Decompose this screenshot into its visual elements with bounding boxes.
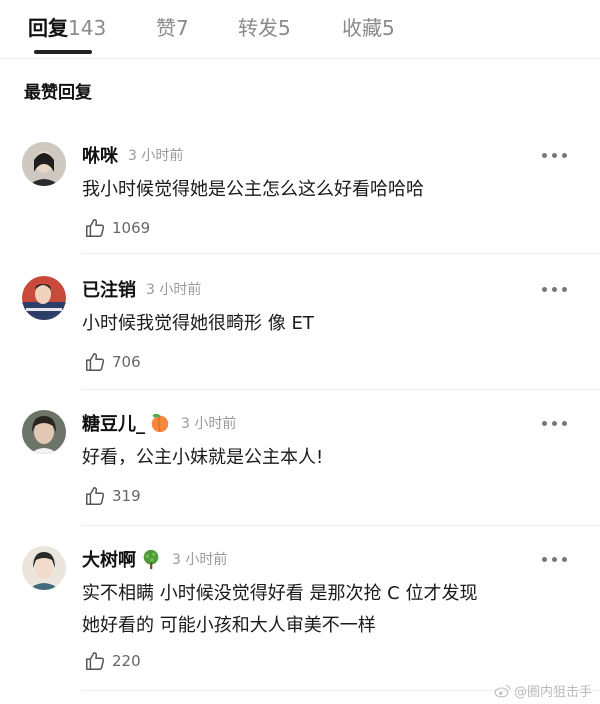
tab-favorites-label: 收藏 — [342, 16, 382, 40]
tab-likes-label: 赞 — [156, 16, 176, 40]
tabs-divider — [0, 58, 600, 59]
comment-text: 好看，公主小妹就是公主本人! — [82, 442, 562, 474]
watermark-text: @圈内狙击手 — [513, 685, 592, 700]
comment-text-line: 我小时候觉得她是公主怎么这么好看哈哈哈 — [82, 179, 424, 200]
more-options-icon[interactable] — [542, 556, 568, 564]
comment-header: 已注销 3 小时前 — [82, 276, 201, 302]
tab-replies[interactable]: 回复143 — [28, 12, 106, 41]
tab-reposts-count: 5 — [278, 16, 291, 40]
tab-replies-count: 143 — [68, 16, 107, 40]
like-button[interactable]: 1069 — [84, 217, 150, 241]
thumbs-up-icon — [86, 219, 105, 237]
like-button[interactable]: 706 — [84, 351, 141, 375]
thumbs-up-icon — [86, 487, 105, 505]
like-count: 1069 — [112, 219, 151, 237]
thumbs-up-icon — [86, 353, 105, 371]
timestamp: 3 小时前 — [146, 282, 202, 298]
like-button[interactable]: 319 — [84, 485, 141, 509]
tab-likes-count: 7 — [176, 16, 189, 40]
like-count: 706 — [112, 353, 141, 371]
timestamp: 3 小时前 — [128, 148, 184, 164]
peach-icon — [151, 413, 169, 433]
tab-replies-label: 回复 — [28, 16, 68, 40]
avatar[interactable] — [22, 142, 66, 186]
comment-text: 我小时候觉得她是公主怎么这么好看哈哈哈 — [82, 174, 562, 206]
tab-reposts[interactable]: 转发5 — [238, 12, 291, 41]
comment-text-line: 她好看的 可能小孩和大人审美不一样 — [82, 615, 376, 636]
comment-item: 糖豆儿_ 3 小时前 好看，公主小妹就是公主本人! 319 — [0, 390, 600, 526]
avatar[interactable] — [22, 276, 66, 320]
more-options-icon[interactable] — [542, 152, 568, 160]
username[interactable]: 咻咪 — [82, 142, 118, 168]
tab-favorites-count: 5 — [382, 16, 395, 40]
comment-header: 大树啊 3 小时前 — [82, 546, 227, 572]
avatar[interactable] — [22, 546, 66, 590]
tab-reposts-label: 转发 — [238, 16, 278, 40]
like-count: 220 — [112, 652, 141, 670]
avatar[interactable] — [22, 410, 66, 454]
timestamp: 3 小时前 — [172, 552, 228, 568]
tab-bar: 回复143 赞7 转发5 收藏5 — [0, 0, 600, 59]
tree-icon — [143, 549, 159, 570]
more-options-icon[interactable] — [542, 420, 568, 428]
tab-favorites[interactable]: 收藏5 — [342, 12, 395, 41]
comment-text-line: 小时候我觉得她很畸形 像 ET — [82, 313, 314, 334]
username[interactable]: 大树啊 — [82, 546, 136, 572]
comment-text-line: 实不相瞒 小时候没觉得好看 是那次抢 C 位才发现 — [82, 583, 478, 604]
comment-text: 实不相瞒 小时候没觉得好看 是那次抢 C 位才发现 她好看的 可能小孩和大人审美… — [82, 578, 562, 642]
comment-text-line: 好看，公主小妹就是公主本人! — [82, 447, 324, 468]
comment-header: 糖豆儿_ 3 小时前 — [82, 410, 236, 436]
like-button[interactable]: 220 — [84, 650, 141, 674]
comment-item: 大树啊 3 小时前 实不相瞒 小时候没觉得好看 是那次抢 C 位才发现 她好看的 … — [0, 526, 600, 691]
comment-item: 咻咪 3 小时前 我小时候觉得她是公主怎么这么好看哈哈哈 1069 — [0, 130, 600, 254]
timestamp: 3 小时前 — [181, 416, 237, 432]
section-title: 最赞回复 — [24, 83, 92, 103]
like-count: 319 — [112, 487, 141, 505]
comment-text: 小时候我觉得她很畸形 像 ET — [82, 308, 562, 340]
comment-item: 已注销 3 小时前 小时候我觉得她很畸形 像 ET 706 — [0, 254, 600, 390]
username[interactable]: 已注销 — [82, 276, 136, 302]
tab-likes[interactable]: 赞7 — [156, 12, 189, 41]
more-options-icon[interactable] — [542, 286, 568, 294]
watermark: @圈内狙击手 — [494, 681, 592, 700]
comment-header: 咻咪 3 小时前 — [82, 142, 183, 168]
weibo-icon — [494, 684, 511, 698]
thumbs-up-icon — [86, 652, 105, 670]
active-tab-indicator — [34, 50, 92, 54]
username[interactable]: 糖豆儿_ — [82, 410, 145, 436]
